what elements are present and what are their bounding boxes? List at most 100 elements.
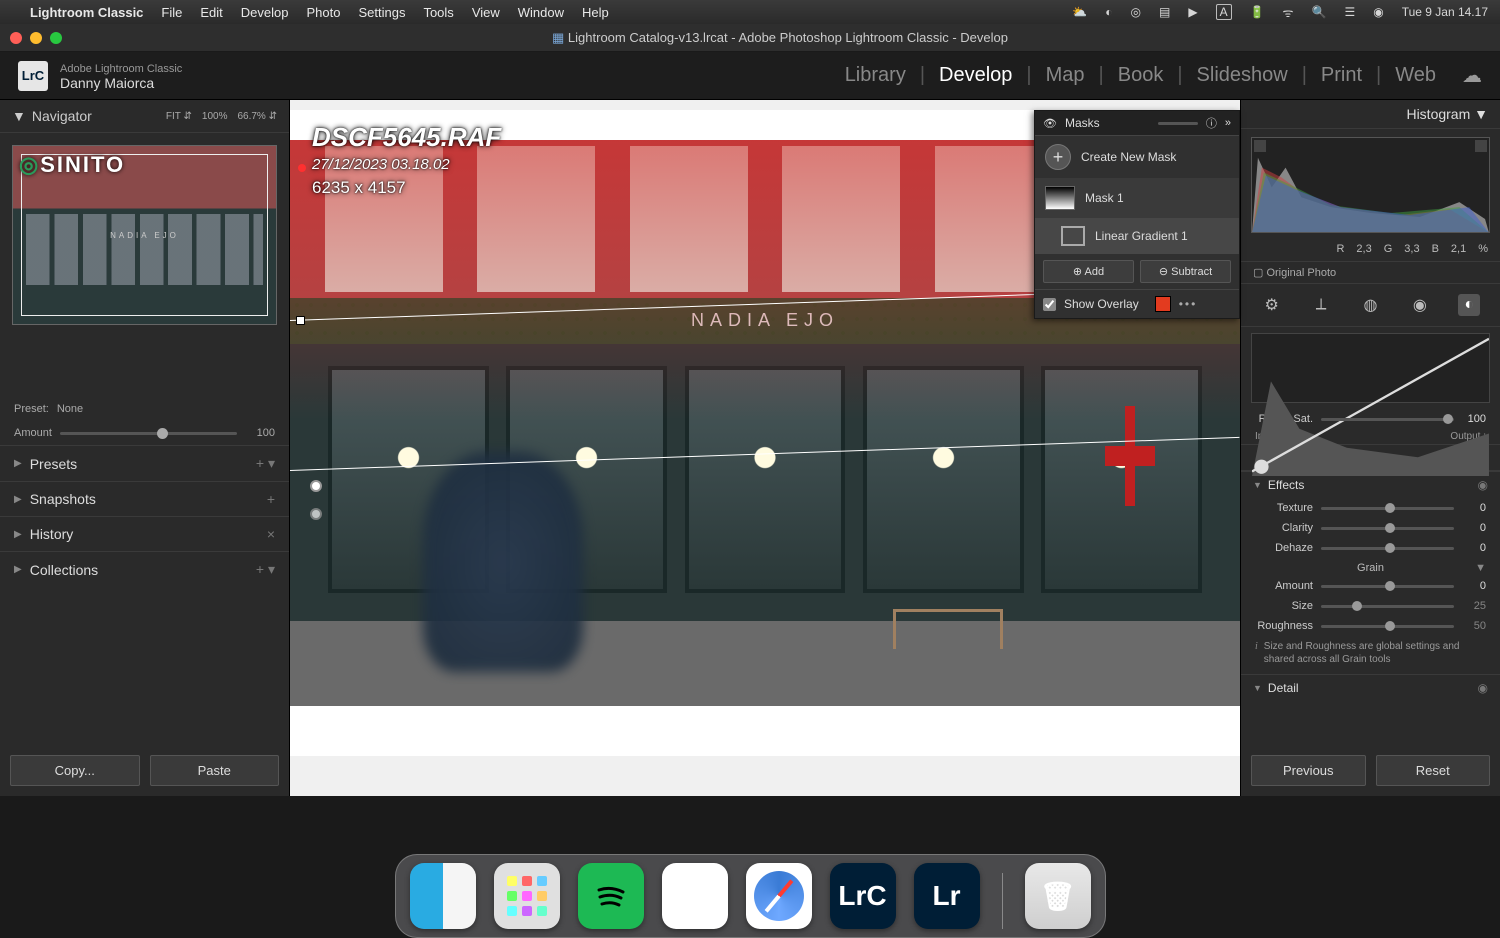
status-icon[interactable]: ◐	[1105, 5, 1112, 19]
app-menu[interactable]: Lightroom Classic	[30, 5, 143, 20]
menu-tools[interactable]: Tools	[423, 5, 453, 20]
module-develop[interactable]: Develop	[939, 64, 1012, 87]
grain-roughness-slider[interactable]	[1321, 625, 1454, 628]
histogram[interactable]	[1251, 137, 1490, 233]
menu-help[interactable]: Help	[582, 5, 609, 20]
mask-name: Mask 1	[1085, 191, 1124, 205]
module-book[interactable]: Book	[1118, 64, 1164, 87]
mask-panel-collapse-icon[interactable]: »	[1225, 117, 1231, 129]
presets-section[interactable]: ▶Presets+ ▾	[0, 445, 289, 481]
menu-file[interactable]: File	[161, 5, 182, 20]
grain-size-label: Size	[1255, 600, 1313, 612]
mask-tool-icon[interactable]: ◐	[1458, 294, 1480, 316]
amount-slider[interactable]	[60, 432, 237, 435]
status-icon[interactable]: ⛅	[1072, 5, 1087, 19]
zoom-button[interactable]	[50, 32, 62, 44]
previous-button[interactable]: Previous	[1251, 755, 1366, 786]
navigator-header[interactable]: ▼ Navigator FIT ⇵ 100% 66.7% ⇵	[0, 100, 289, 133]
texture-slider[interactable]	[1321, 507, 1454, 510]
zoom-100[interactable]: 100%	[202, 111, 228, 122]
dock-things-icon[interactable]: ✔	[662, 863, 728, 929]
mask-item[interactable]: Mask 1	[1035, 178, 1239, 218]
module-library[interactable]: Library	[845, 64, 906, 87]
tone-curve[interactable]	[1251, 333, 1490, 403]
heal-tool-icon[interactable]: ◍	[1359, 294, 1381, 316]
module-print[interactable]: Print	[1321, 64, 1362, 87]
cloud-sync-icon[interactable]: ☁	[1462, 63, 1482, 88]
status-icon[interactable]: ▤	[1159, 5, 1170, 19]
gradient-pin[interactable]	[310, 480, 322, 492]
grain-caret-icon[interactable]: ▼	[1475, 562, 1486, 574]
mask-panel-info-icon[interactable]: ⓘ	[1206, 115, 1217, 131]
detail-section-header[interactable]: ▼Detail◉	[1241, 674, 1500, 701]
dock: ✔ LrC Lr 🗑	[395, 854, 1106, 938]
grain-amount-slider[interactable]	[1321, 585, 1454, 588]
window-titlebar: ▦ Lightroom Catalog-v13.lrcat - Adobe Ph…	[0, 24, 1500, 52]
mask-component[interactable]: Linear Gradient 1	[1035, 218, 1239, 254]
mask-options-icon[interactable]: •••	[1179, 297, 1198, 311]
crop-tool-icon[interactable]: ⟂	[1310, 294, 1332, 316]
module-map[interactable]: Map	[1046, 64, 1085, 87]
menu-develop[interactable]: Develop	[241, 5, 289, 20]
wifi-icon[interactable]: ᯤ	[1283, 4, 1294, 21]
dock-lightroom-classic-icon[interactable]: LrC	[830, 863, 896, 929]
copy-button[interactable]: Copy...	[10, 755, 140, 786]
dock-launchpad-icon[interactable]	[494, 863, 560, 929]
clarity-slider[interactable]	[1321, 527, 1454, 530]
battery-icon[interactable]: 🔋	[1250, 5, 1265, 19]
refine-sat-slider[interactable]	[1321, 418, 1454, 421]
overlay-color-swatch[interactable]	[1155, 296, 1171, 312]
show-overlay-checkbox[interactable]	[1043, 298, 1056, 311]
minimize-button[interactable]	[30, 32, 42, 44]
spotlight-icon[interactable]: 🔍	[1312, 5, 1327, 19]
status-icon[interactable]: ▶	[1188, 5, 1197, 19]
edit-tool-icon[interactable]: ⚙	[1261, 294, 1283, 316]
gradient-handle[interactable]	[296, 316, 305, 325]
menu-photo[interactable]: Photo	[306, 5, 340, 20]
preset-value[interactable]: None	[57, 403, 83, 415]
module-web[interactable]: Web	[1395, 64, 1436, 87]
siri-icon[interactable]: ◉	[1373, 5, 1383, 19]
create-mask-row[interactable]: + Create New Mask	[1035, 136, 1239, 178]
grain-size-slider[interactable]	[1321, 605, 1454, 608]
menu-settings[interactable]: Settings	[358, 5, 405, 20]
mac-menubar: Lightroom Classic File Edit Develop Phot…	[0, 0, 1500, 24]
mask-add-button[interactable]: ⊕ Add	[1043, 260, 1134, 283]
control-center-icon[interactable]: ☰	[1344, 5, 1355, 19]
dock-spotify-icon[interactable]	[578, 863, 644, 929]
zoom-fit[interactable]: FIT ⇵	[166, 111, 192, 122]
history-section[interactable]: ▶History×	[0, 516, 289, 551]
tool-strip: ⚙ ⟂ ◍ ◉ ◐	[1241, 284, 1500, 327]
mask-opacity-slider[interactable]	[1158, 122, 1198, 125]
gradient-pin[interactable]	[310, 508, 322, 520]
status-icon[interactable]: A	[1216, 4, 1232, 20]
mask-subtract-button[interactable]: ⊖ Subtract	[1140, 260, 1231, 283]
dock-separator	[1002, 873, 1003, 929]
menubar-clock[interactable]: Tue 9 Jan 14.17	[1402, 5, 1488, 19]
redeye-tool-icon[interactable]: ◉	[1409, 294, 1431, 316]
left-panel: ▼ Navigator FIT ⇵ 100% 66.7% ⇵ ◎SINITO N…	[0, 100, 290, 796]
histogram-header[interactable]: Histogram ▼	[1241, 100, 1500, 129]
close-button[interactable]	[10, 32, 22, 44]
original-photo-toggle[interactable]: ▢ Original Photo	[1241, 261, 1500, 284]
zoom-66[interactable]: 66.7% ⇵	[237, 111, 277, 122]
texture-label: Texture	[1255, 502, 1313, 514]
module-slideshow[interactable]: Slideshow	[1197, 64, 1288, 87]
eye-icon[interactable]: 👁	[1043, 117, 1057, 130]
menu-edit[interactable]: Edit	[200, 5, 222, 20]
dehaze-slider[interactable]	[1321, 547, 1454, 550]
menu-view[interactable]: View	[472, 5, 500, 20]
photo-canvas[interactable]: NADIA EJO DSCF5645.RAF 27/12/2023 03.18.…	[290, 110, 1240, 756]
dock-trash-icon[interactable]: 🗑	[1025, 863, 1091, 929]
menu-window[interactable]: Window	[518, 5, 564, 20]
dock-finder-icon[interactable]	[410, 863, 476, 929]
navigator-thumbnail[interactable]: ◎SINITO NADIA EJO	[12, 145, 277, 325]
dock-safari-icon[interactable]	[746, 863, 812, 929]
reset-button[interactable]: Reset	[1376, 755, 1491, 786]
snapshots-section[interactable]: ▶Snapshots+	[0, 481, 289, 516]
paste-button[interactable]: Paste	[150, 755, 280, 786]
user-name: Danny Maiorca	[60, 76, 182, 90]
cc-status-icon[interactable]: ◎	[1131, 5, 1141, 19]
collections-section[interactable]: ▶Collections+ ▾	[0, 551, 289, 587]
dock-lightroom-icon[interactable]: Lr	[914, 863, 980, 929]
